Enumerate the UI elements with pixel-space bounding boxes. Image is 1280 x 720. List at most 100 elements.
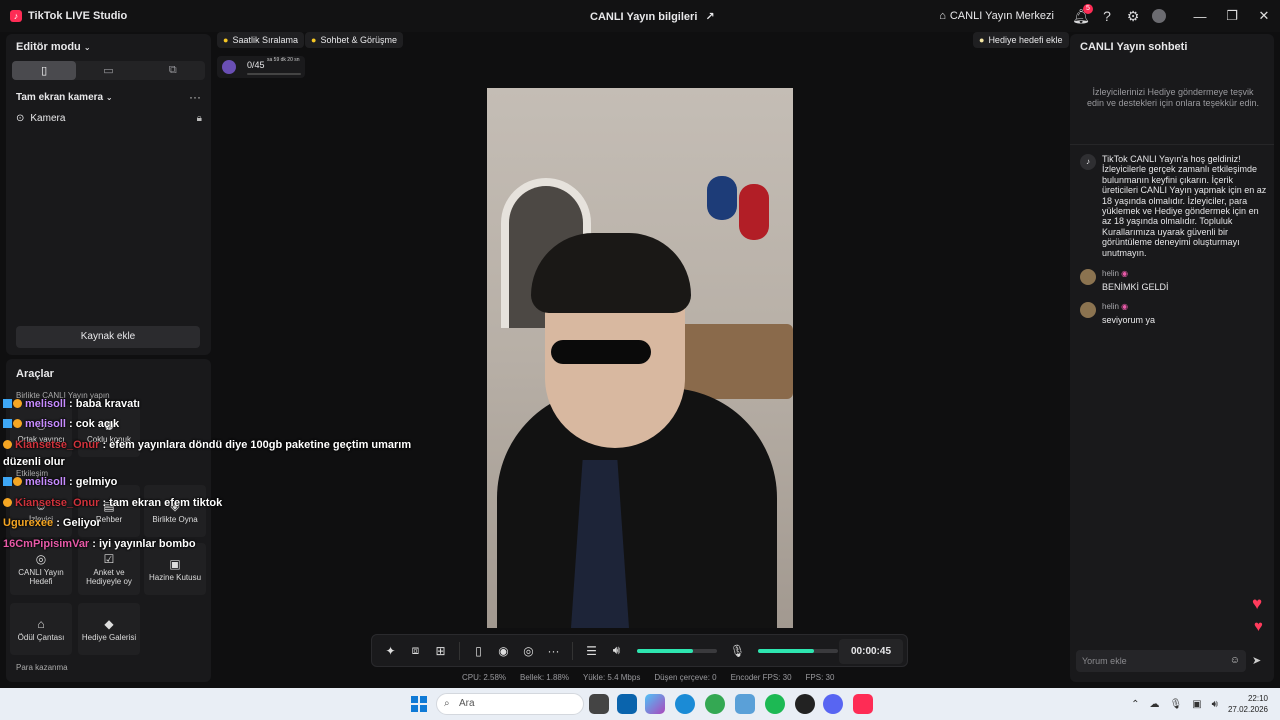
bag-icon: ⌂ [37, 616, 45, 631]
editor-mode-dropdown[interactable]: Editör modu ⌄ [16, 41, 91, 53]
mic-button[interactable]: 🎙︎ [725, 634, 750, 667]
gift-goal-widget[interactable]: 0/45 sa 59 dk 20 sn [217, 56, 305, 78]
gift-goal-add-button[interactable]: ● Hediye hedefi ekle [973, 32, 1069, 48]
heart-icon: ♥ [1252, 594, 1263, 613]
mic-volume-slider[interactable] [758, 648, 838, 653]
gift-goal-time: sa 59 dk 20 sn [267, 57, 300, 63]
overlay-line: düzenli olur [3, 456, 65, 468]
send-icon: ➤ [1252, 655, 1262, 667]
tool-gift-gallery[interactable]: ◆ Hediye Galerisi [78, 603, 140, 655]
notification-button[interactable]: 🔔︎ 5 [1068, 0, 1094, 32]
overlay-msg: : gelmiyo [69, 476, 118, 488]
app-title: ♪ TikTok LIVE Studio [0, 10, 300, 22]
notification-badge: 5 [1083, 4, 1093, 14]
overlay-line: melisoll : gelmiyo [3, 476, 117, 488]
emoji-icon[interactable]: ☺ [1230, 650, 1240, 672]
portrait-mode-button[interactable]: ▯ [12, 61, 77, 80]
chat-user: helin ◉ [1102, 269, 1129, 278]
poll-icon: ☑ [103, 552, 115, 566]
tool-viewer[interactable]: ☺ İzleyici [10, 485, 72, 537]
more-icon: ··· [547, 643, 560, 658]
network-icon[interactable]: ▣ [1192, 699, 1201, 710]
comment-input[interactable]: Yorum ekle ☺ [1076, 650, 1246, 672]
stat-encoder-fps: Encoder FPS: 30 [730, 673, 792, 682]
cloud-icon[interactable]: ☁ [1149, 699, 1159, 710]
maximize-button[interactable]: ❐ [1216, 0, 1248, 32]
avatar [1080, 302, 1096, 318]
minimize-button[interactable]: — [1184, 0, 1216, 32]
taskbar-app-terminal[interactable] [589, 694, 609, 714]
stat-upload: Yükle: 5.4 Mbps [582, 673, 641, 682]
overlay-msg: : iyi yayınlar bombo [92, 538, 196, 550]
source-item-camera[interactable]: ⊙ Kamera 🔒︎ [16, 113, 202, 124]
taskbar-app-obs[interactable] [795, 694, 815, 714]
tool-treasure-box[interactable]: ▣ Hazine Kutusu [144, 543, 206, 595]
speaker-button[interactable]: 🔊︎ [604, 634, 629, 667]
taskbar-app-outlook[interactable] [617, 694, 637, 714]
taskbar-app-tiktok[interactable] [853, 694, 873, 714]
chat-text: seviyorum ya [1102, 315, 1156, 325]
speaker-volume-slider[interactable] [637, 648, 717, 653]
help-icon: ? [1103, 8, 1111, 24]
badge-icon: ◉ [1121, 269, 1129, 278]
lock-icon[interactable]: 🔒︎ [197, 113, 202, 124]
start-button[interactable] [411, 696, 427, 712]
chevron-up-icon[interactable]: ⌃ [1131, 699, 1139, 710]
overlay-user: Kiansetse_Onur [15, 439, 100, 451]
tool-play-together[interactable]: ◈ Birlikte Oyna [144, 485, 206, 537]
stat-cpu: CPU: 2.58% [462, 673, 507, 682]
live-info-button[interactable]: CANLI Yayın bilgileri ↗ [590, 10, 715, 24]
settings-button[interactable]: ⚙ [1120, 0, 1146, 32]
clock[interactable]: 22:10 27.02.2026 [1228, 693, 1268, 715]
landscape-mode-button[interactable]: ▭ [76, 61, 140, 80]
app-title-text: TikTok LIVE Studio [28, 10, 128, 22]
taskbar-app-chrome[interactable] [705, 694, 725, 714]
taskbar-search[interactable]: ⌕ Ara [436, 693, 584, 715]
restore-icon: ❐ [1226, 8, 1238, 23]
taskbar-app-discord[interactable] [823, 694, 843, 714]
live-center-button[interactable]: ⌂ CANLI Yayın Merkezi [939, 10, 1054, 22]
help-button[interactable]: ? [1094, 0, 1120, 32]
send-button[interactable]: ➤ [1252, 654, 1261, 667]
overlay-line: melisoll : baba kravatı [3, 398, 140, 410]
taskbar-app-edge[interactable] [675, 694, 695, 714]
tool-label: Hazine Kutusu [148, 572, 202, 582]
tool-guide[interactable]: ▤ Rehber [78, 485, 140, 537]
scene-more-button[interactable]: ··· [189, 90, 201, 104]
tool-poll[interactable]: ☑ Anket ve Hediyeyle oy [78, 543, 140, 595]
speaker-icon[interactable]: 🔊︎ [1212, 699, 1218, 710]
captions-button[interactable]: ⧈ [403, 634, 428, 667]
taskbar-app-spotify[interactable] [765, 694, 785, 714]
taskbar-app-settings[interactable] [735, 694, 755, 714]
layout-button[interactable]: ⊞ [428, 634, 453, 667]
stream-timer: 00:00:45 [839, 639, 903, 664]
more-icon: ··· [189, 90, 201, 104]
video-boxing-glove-blue [707, 176, 737, 220]
tool-reward-bag[interactable]: ⌂ Ödül Çantası [10, 603, 72, 655]
tool-live-goal[interactable]: ◎ CANLI Yayın Hedefi [10, 543, 72, 595]
close-button[interactable]: ✕ [1248, 0, 1280, 32]
stream-control-bar: ✦ ⧈ ⊞ ▯ ◉ ◎ ··· ☰ 🔊︎ 🎙︎ 00:00:45 [371, 634, 908, 667]
dual-mode-button[interactable]: ⧉ [141, 61, 205, 80]
scene-title-label: Tam ekran kamera [16, 92, 104, 103]
phone-button[interactable]: ▯ [466, 634, 491, 667]
taskbar-app-copilot[interactable] [645, 694, 665, 714]
microphone-icon[interactable]: 🎙︎ [1169, 699, 1182, 710]
chat-message[interactable]: helin ◉ BENİMKİ GELDİ [1080, 269, 1270, 292]
add-source-button[interactable]: Kaynak ekle [16, 326, 200, 348]
tool-label: Birlikte Oyna [152, 514, 198, 524]
hourly-rank-button[interactable]: ● Saatlik Sıralama [217, 32, 304, 48]
chat-message[interactable]: helin ◉ seviyorum ya [1080, 302, 1270, 325]
video-sunglasses [551, 340, 651, 364]
scene-dropdown[interactable]: Tam ekran kamera ⌄ [16, 92, 113, 103]
clock-date: 27.02.2026 [1227, 705, 1268, 714]
chat-meet-button[interactable]: ● Sohbet & Görüşme [305, 32, 403, 48]
profile-button[interactable] [1146, 0, 1172, 32]
audio-settings-button[interactable]: ☰ [579, 634, 604, 667]
effects-button[interactable]: ✦ [378, 634, 403, 667]
more-button[interactable]: ··· [541, 634, 566, 667]
fire-icon: ● [223, 35, 229, 45]
record-button[interactable]: ◉ [491, 634, 516, 667]
camera-toggle-button[interactable]: ◎ [516, 634, 541, 667]
orientation-toggle: ▯ ▭ ⧉ [12, 61, 205, 80]
